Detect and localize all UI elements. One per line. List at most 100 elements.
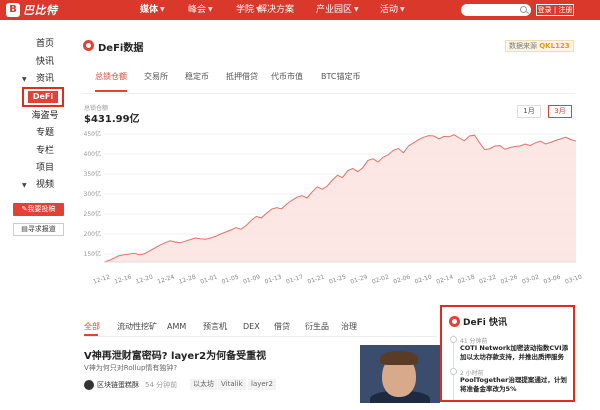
sidebar-item-pirate[interactable]: 海盗号 — [26, 109, 64, 123]
nav-label: 活动 — [380, 5, 399, 15]
timeline-dot — [450, 368, 457, 375]
x-tick-label: 03-02 — [521, 273, 540, 285]
article-tag[interactable]: 以太坊 — [190, 379, 217, 390]
article-thumbnail[interactable] — [360, 345, 440, 403]
sidebar-item-video[interactable]: 视频 — [26, 178, 64, 192]
article-subtitle: V神为何只对Rollup情有独钟? — [84, 364, 178, 372]
sidebar-item-home[interactable]: 首页 — [26, 37, 64, 51]
sidebar-item-columns[interactable]: 专栏 — [26, 144, 64, 158]
tab-stablecoins[interactable]: 稳定币 — [185, 71, 209, 83]
thumbnail-hair — [380, 351, 418, 365]
x-tick-label: 01-09 — [242, 273, 261, 285]
category-tab-governance[interactable]: 治理 — [341, 321, 357, 333]
news-item-text[interactable]: PoolTogether治理提案通过，计划将准备金率改为5% — [460, 376, 572, 394]
category-tab-liquidity-mining[interactable]: 流动性挖矿 — [117, 321, 157, 333]
nav-item-industrial-park[interactable]: 产业园区 ▼ — [316, 0, 359, 20]
tab-lending[interactable]: 抵押借贷 — [226, 71, 258, 83]
article-tag[interactable]: layer2 — [248, 379, 277, 390]
x-tick-label: 12-16 — [114, 273, 133, 285]
search-icon[interactable] — [520, 6, 527, 13]
x-tick-label: 01-25 — [328, 273, 347, 285]
total-locked-value-chart[interactable]: 450亿400亿350亿300亿250亿200亿150亿12-12 12-16 12… — [84, 124, 584, 290]
nav-label: 学院 — [236, 5, 255, 15]
nav-label: 媒体 — [140, 5, 159, 15]
y-tick-label: 150亿 — [84, 250, 101, 258]
tab-total-locked[interactable]: 总锁仓额 — [95, 71, 127, 83]
defi-flash-news-panel: DeFi 快讯 41 分钟前 COTI Network加密波动指数CVI添加以太… — [440, 305, 575, 402]
chevron-down-icon: ▼ — [400, 6, 405, 13]
x-tick-label: 02-18 — [457, 273, 476, 285]
x-tick-label: 01-21 — [307, 273, 326, 285]
nav-label: 产业园区 — [316, 5, 353, 15]
x-tick-label: 12-24 — [157, 273, 176, 285]
category-tab-all[interactable]: 全部 — [84, 321, 100, 333]
nav-item-media[interactable]: 媒体 ▼ — [140, 0, 165, 20]
report-icon: ▤ — [21, 225, 28, 233]
sidebar-item-defi[interactable]: DeFi — [22, 87, 64, 107]
news-panel-title: DeFi 快讯 — [463, 318, 507, 328]
logo-mark-icon: B — [6, 3, 20, 17]
sidebar-item-news[interactable]: 资讯 — [26, 72, 64, 86]
x-tick-label: 01-01 — [199, 273, 218, 285]
y-tick-label: 200亿 — [84, 230, 101, 238]
tab-token-market-cap[interactable]: 代币市值 — [271, 71, 303, 83]
nav-item-summit[interactable]: 峰会 ▼ — [188, 0, 213, 20]
category-tab-lending[interactable]: 借贷 — [274, 321, 290, 333]
login-register-button[interactable]: 登录 | 注册 — [536, 4, 574, 16]
tab-btc-pegged[interactable]: BTC锚定币 — [321, 71, 361, 83]
nav-item-solutions[interactable]: 解决方案 — [258, 0, 294, 20]
nav-label: 解决方案 — [258, 5, 295, 15]
tab-exchanges[interactable]: 交易所 — [144, 71, 168, 83]
sidebar-item-projects[interactable]: 项目 — [26, 161, 64, 175]
button-label: 寻求报道 — [27, 225, 56, 233]
article-tag[interactable]: Vitalik — [218, 379, 246, 390]
category-tab-dex[interactable]: DEX — [243, 321, 260, 333]
x-tick-label: 02-06 — [393, 273, 412, 285]
x-tick-label: 01-17 — [285, 273, 304, 285]
timeline-dot — [450, 336, 457, 343]
category-tab-amm[interactable]: AMM — [167, 321, 186, 333]
search-input[interactable] — [461, 4, 531, 16]
x-tick-label: 01-05 — [221, 273, 240, 285]
y-tick-label: 350亿 — [84, 170, 101, 178]
logo-text: 巴比特 — [23, 4, 58, 17]
active-tab-indicator — [95, 90, 127, 92]
nav-label: 峰会 — [188, 5, 207, 15]
request-report-button[interactable]: ▤寻求报道 — [13, 223, 64, 236]
nav-item-academy[interactable]: 学院 ▼ — [236, 0, 261, 20]
news-item-text[interactable]: COTI Network加密波动指数CVI添加以太坊存款支持，并推出质押服务 — [460, 344, 572, 362]
x-tick-label: 02-02 — [371, 273, 390, 285]
x-tick-label: 12-12 — [92, 273, 111, 285]
nav-item-events[interactable]: 活动 ▼ — [380, 0, 405, 20]
top-navigation-bar: B 巴比特 媒体 ▼ 峰会 ▼ 学院 ▼ 解决方案 产业园区 ▼ 活动 ▼ 登录 | 注册 — [0, 0, 600, 20]
sidebar-item-topics[interactable]: 专题 — [26, 126, 64, 140]
category-tab-oracle[interactable]: 预言机 — [203, 321, 227, 333]
x-tick-label: 02-26 — [500, 273, 519, 285]
article-title[interactable]: V神再泄财富密码? layer2为何备受重视 — [84, 347, 266, 362]
chevron-down-icon: ▼ — [208, 6, 213, 13]
sidebar-item-label: DeFi — [28, 91, 58, 103]
source-name[interactable]: QKL123 — [539, 42, 569, 50]
range-3-month-button[interactable]: 3月 — [548, 105, 572, 118]
article-author[interactable]: 区块链蛋糕酥 — [97, 380, 139, 390]
x-tick-label: 01-29 — [350, 273, 369, 285]
tab-divider — [83, 93, 575, 94]
sidebar-item-flash[interactable]: 快讯 — [26, 55, 64, 69]
contribute-button[interactable]: ✎我要投稿 — [13, 203, 64, 216]
x-tick-label: 01-13 — [264, 273, 283, 285]
y-tick-label: 250亿 — [84, 210, 101, 218]
category-tab-divider — [84, 336, 437, 337]
avatar[interactable] — [84, 380, 94, 390]
active-category-indicator — [84, 334, 98, 336]
y-tick-label: 300亿 — [84, 190, 101, 198]
site-logo[interactable]: B 巴比特 — [6, 3, 58, 17]
data-source-badge: 数据来源 QKL123 — [505, 40, 574, 52]
x-tick-label: 03-06 — [543, 273, 562, 285]
x-tick-label: 02-14 — [435, 273, 454, 285]
range-1-month-button[interactable]: 1月 — [517, 105, 541, 118]
category-tab-derivatives[interactable]: 衍生品 — [305, 321, 329, 333]
button-label: 我要投稿 — [27, 205, 56, 213]
x-tick-label: 03-10 — [564, 273, 583, 285]
chevron-down-icon: ▼ — [160, 6, 165, 13]
defi-logo-icon — [83, 40, 94, 51]
